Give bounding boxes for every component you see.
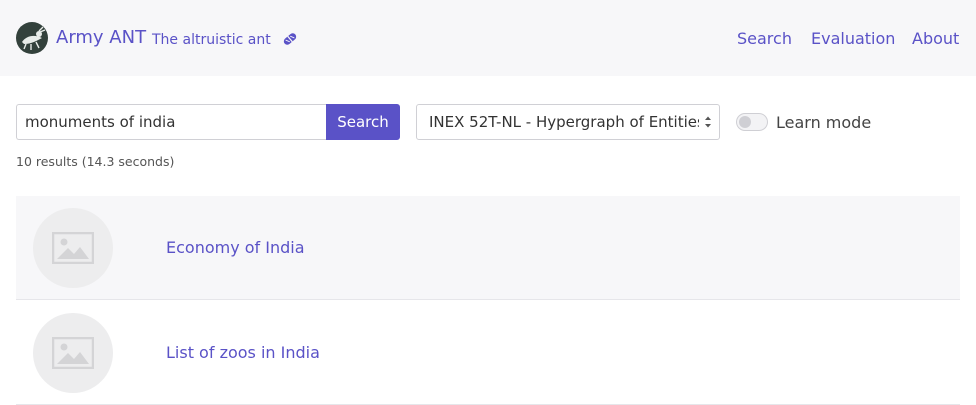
result-item[interactable]: Economy of India [16,196,960,300]
result-item[interactable]: List of zoos in India [16,301,960,405]
image-placeholder-icon [52,337,94,369]
result-thumbnail [33,208,113,288]
engine-select-value: INEX 52T-NL - Hypergraph of Entities [429,113,699,131]
ant-logo-icon[interactable] [16,22,48,54]
image-placeholder-icon [52,232,94,264]
brand-name[interactable]: Army ANT [56,27,146,48]
select-caret-icon [705,116,711,128]
results-summary: 10 results (14.3 seconds) [16,154,175,169]
nav-link-evaluation[interactable]: Evaluation [811,29,895,48]
learn-mode-toggle[interactable] [736,113,768,131]
engine-select[interactable]: INEX 52T-NL - Hypergraph of Entities [416,104,720,140]
search-input[interactable] [16,104,326,140]
nav-link-about[interactable]: About [912,29,959,48]
brand-tagline: The altruistic ant [152,32,271,48]
result-title[interactable]: Economy of India [166,238,305,257]
search-button[interactable]: Search [326,104,400,140]
nav-link-search[interactable]: Search [737,29,792,48]
toggle-knob [739,116,751,128]
learn-mode-label: Learn mode [776,113,872,132]
pill-icon [283,33,297,45]
navbar: Army ANT The altruistic ant Search Evalu… [0,0,976,76]
result-thumbnail [33,313,113,393]
result-title[interactable]: List of zoos in India [166,343,320,362]
